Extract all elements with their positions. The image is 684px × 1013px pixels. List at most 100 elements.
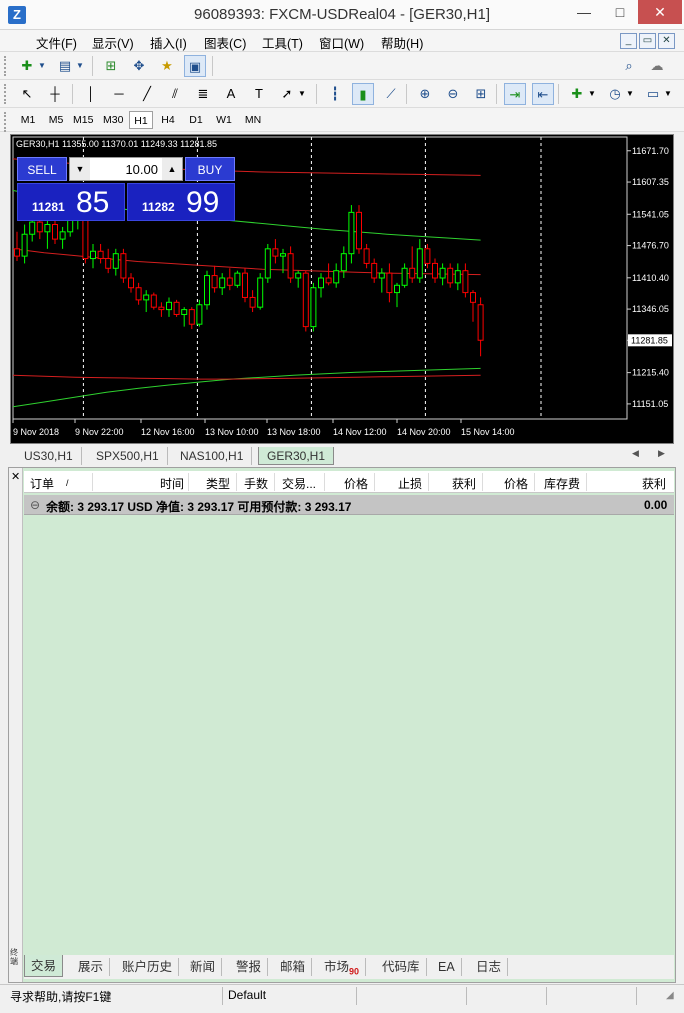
period-clock-icon[interactable]: ◷ [604,83,626,105]
tab-mailbox[interactable]: 邮箱 [274,958,313,976]
chevron-down-icon[interactable]: ▼ [74,55,86,77]
tab-news[interactable]: 新闻 [184,958,223,976]
chevron-down-icon[interactable]: ▼ [624,83,636,105]
tab-exposure[interactable]: 展示 [72,958,111,976]
column-type[interactable]: 类型 [206,475,230,492]
crosshair-icon[interactable]: ┼ [44,83,66,105]
column-symbol[interactable]: 交易... [282,475,316,492]
chart-tab-ger30[interactable]: GER30,H1 [258,447,335,465]
balance-row[interactable]: ⊖ 余额: 3 293.17 USD 净值: 3 293.17 可用预付款: 3… [24,495,674,515]
chevron-down-icon[interactable]: ▼ [586,83,598,105]
tab-alerts[interactable]: 警报 [230,958,269,976]
scroll-right-icon[interactable]: ▶ [658,448,665,459]
tile-windows-icon[interactable]: ⊞ [470,83,492,105]
timeframe-h1[interactable]: H1 [129,111,153,129]
new-chart-icon[interactable]: ✚ [16,55,38,77]
timeframe-h4[interactable]: H4 [156,111,180,129]
buy-button[interactable]: BUY [185,157,235,181]
chart-tab-nas100[interactable]: NAS100,H1 [172,447,253,465]
equidistant-channel-icon[interactable]: ⫽ [164,83,186,105]
chart-window[interactable]: 11671.70 11607.35 11541.05 11476.70 11410.40… [10,134,674,444]
sell-price[interactable]: 11281 85 [17,183,125,221]
tab-experts[interactable]: EA [432,958,462,976]
search-icon[interactable]: ⌕ [618,55,640,77]
column-order[interactable]: 订单 [30,475,54,492]
close-button[interactable]: ✕ [638,0,682,24]
cursor-icon[interactable]: ↖ [16,83,38,105]
zoom-in-icon[interactable]: ⊕ [414,83,436,105]
navigator-icon[interactable]: ✥ [128,55,150,77]
timeframe-m1[interactable]: M1 [16,111,40,129]
lot-decrease-icon[interactable]: ▼ [70,158,90,180]
column-time[interactable]: 时间 [160,475,184,492]
text-label-icon[interactable]: T [248,83,270,105]
column-take-profit[interactable]: 获利 [452,475,476,492]
toolbar-grip[interactable] [4,112,7,132]
chat-icon[interactable]: ☁ [646,55,668,77]
toolbar-grip[interactable] [4,56,7,76]
zoom-out-icon[interactable]: ⊖ [442,83,464,105]
chevron-down-icon[interactable]: ▼ [662,83,674,105]
templates-icon[interactable]: ▭ [642,83,664,105]
market-watch-icon[interactable]: ⊞ [100,55,122,77]
menu-file[interactable]: 文件(F) [36,33,77,52]
chart-shift-icon[interactable]: ⇤ [532,83,554,105]
menu-chart[interactable]: 图表(C) [204,33,246,52]
column-swap[interactable]: 库存费 [544,475,580,492]
menu-insert[interactable]: 插入(I) [150,33,187,52]
menu-view[interactable]: 显示(V) [92,33,134,52]
chevron-down-icon[interactable]: ▼ [36,55,48,77]
buy-price[interactable]: 11282 99 [127,183,235,221]
auto-scroll-icon[interactable]: ⇥ [504,83,526,105]
maximize-button[interactable]: □ [602,0,638,24]
tab-code-base[interactable]: 代码库 [376,958,427,976]
horizontal-line-icon[interactable]: ─ [108,83,130,105]
column-open-price[interactable]: 价格 [344,475,368,492]
timeframe-d1[interactable]: D1 [184,111,208,129]
chevron-down-icon[interactable]: ▼ [296,83,308,105]
collapse-icon[interactable]: ⊖ [30,498,40,512]
timeframe-m5[interactable]: M5 [44,111,68,129]
column-volume[interactable]: 手数 [244,475,268,492]
scroll-left-icon[interactable]: ◀ [632,448,639,459]
column-stop-loss[interactable]: 止损 [398,475,422,492]
tab-market[interactable]: 市场90 [318,958,367,977]
sell-button[interactable]: SELL [17,157,67,181]
chart-tab-spx500[interactable]: SPX500,H1 [88,447,168,465]
menu-help[interactable]: 帮助(H) [381,33,423,52]
menu-tools[interactable]: 工具(T) [262,33,303,52]
terminal-icon[interactable]: ▣ [184,55,206,77]
minimize-button[interactable]: — [566,0,602,24]
resize-grip-icon[interactable]: ◢ [666,990,680,1004]
favorites-icon[interactable]: ★ [156,55,178,77]
chart-tab-us30[interactable]: US30,H1 [16,447,82,465]
timeframe-m15[interactable]: M15 [70,111,96,129]
profiles-icon[interactable]: ▤ [54,55,76,77]
terminal-close-icon[interactable]: ✕ [11,470,20,483]
vertical-line-icon[interactable]: │ [80,83,102,105]
column-price[interactable]: 价格 [504,475,528,492]
candlestick-chart-icon[interactable]: ▮ [352,83,374,105]
lot-size-value[interactable]: 10.00 [125,162,158,177]
mdi-restore-button[interactable]: ▭ [639,33,656,49]
timeframe-w1[interactable]: W1 [212,111,236,129]
arrows-icon[interactable]: ➚ [276,83,298,105]
timeframe-m30[interactable]: M30 [100,111,126,129]
toolbar-grip[interactable] [4,84,7,104]
indicators-icon[interactable]: ✚ [566,83,588,105]
timeframe-mn[interactable]: MN [240,111,266,129]
column-profit[interactable]: 获利 [642,475,666,492]
mdi-minimize-button[interactable]: _ [620,33,637,49]
menu-window[interactable]: 窗口(W) [319,33,364,52]
mdi-close-button[interactable]: ✕ [658,33,675,49]
tab-journal[interactable]: 日志 [470,958,509,976]
tab-trade[interactable]: 交易 [24,955,64,977]
tab-account-history[interactable]: 账户历史 [116,958,180,976]
bar-chart-icon[interactable]: ┇ [324,83,346,105]
text-icon[interactable]: A [220,83,242,105]
trendline-icon[interactable]: ╱ [136,83,158,105]
line-chart-icon[interactable]: ⟋ [380,83,402,105]
lot-increase-icon[interactable]: ▲ [162,158,182,180]
lot-size-field[interactable]: ▼ 10.00 ▲ [69,157,183,181]
fibonacci-icon[interactable]: ≣ [192,83,214,105]
